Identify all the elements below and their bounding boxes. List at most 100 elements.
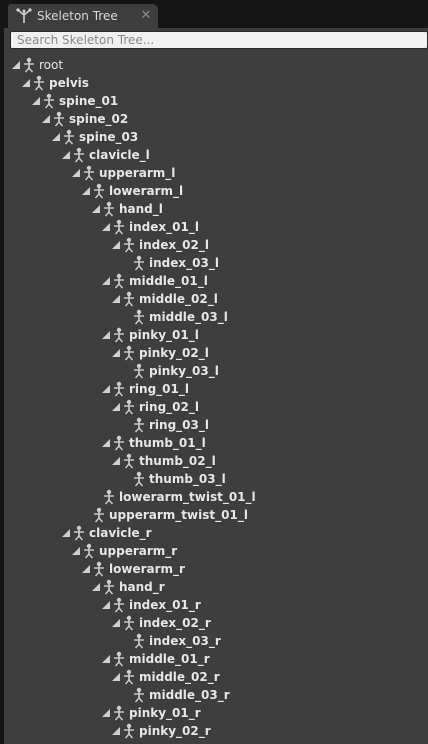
tree-row[interactable]: lowerarm_twist_01_l [4,489,428,507]
expand-arrow-icon[interactable] [112,295,120,303]
tree-row[interactable]: thumb_01_l [4,435,428,453]
bone-label: index_01_r [129,598,201,612]
bone-icon [72,525,86,541]
expand-arrow-icon[interactable] [102,709,110,717]
tree-row[interactable]: spine_01 [4,93,428,111]
bone-label: middle_01_r [129,652,210,666]
bone-label: ring_02_l [139,400,199,414]
expand-arrow-icon[interactable] [112,457,120,465]
expand-arrow-icon[interactable] [102,223,110,231]
bone-icon [132,687,146,703]
bone-icon [112,705,126,721]
tree-row[interactable]: middle_01_l [4,273,428,291]
bone-icon [132,255,146,271]
expand-arrow-icon[interactable] [62,151,70,159]
tree-row[interactable]: hand_l [4,201,428,219]
bone-label: pinky_02_l [139,346,209,360]
tree-row[interactable]: pinky_02_r [4,723,428,741]
expand-arrow-icon[interactable] [102,601,110,609]
expand-arrow-icon[interactable] [42,115,50,123]
expand-arrow-icon[interactable] [92,205,100,213]
expand-arrow-icon[interactable] [102,277,110,285]
tree-row[interactable]: middle_02_l [4,291,428,309]
expand-arrow-icon[interactable] [82,565,90,573]
tree-row[interactable]: thumb_03_l [4,471,428,489]
bone-icon [112,651,126,667]
tree-row[interactable]: lowerarm_l [4,183,428,201]
expand-arrow-icon[interactable] [72,547,80,555]
tree-row[interactable]: index_03_l [4,255,428,273]
tree-row[interactable]: index_02_r [4,615,428,633]
tree-row[interactable]: clavicle_l [4,147,428,165]
skeleton-tree-content: root pelvis spine_01 spine_02 spine_03clavic… [4,28,428,744]
expand-arrow-icon[interactable] [102,385,110,393]
bone-icon [62,129,76,145]
search-box [10,31,428,49]
tree-row[interactable]: index_01_r [4,597,428,615]
bone-icon [122,615,136,631]
tree-row[interactable]: ring_02_l [4,399,428,417]
expand-arrow-icon[interactable] [112,349,120,357]
tree-row[interactable]: pinky_01_l [4,327,428,345]
expand-arrow-icon[interactable] [112,673,120,681]
expand-arrow-icon[interactable] [112,619,120,627]
tree-row[interactable]: pinky_03_l [4,363,428,381]
tree-row[interactable]: index_01_l [4,219,428,237]
tree-row[interactable]: index_02_l [4,237,428,255]
expand-arrow-icon[interactable] [102,439,110,447]
tree-row[interactable]: thumb_02_l [4,453,428,471]
tree-row[interactable]: middle_03_l [4,309,428,327]
close-icon[interactable]: ✕ [139,9,153,23]
bone-icon [132,633,146,649]
expand-arrow-icon[interactable] [32,97,40,105]
bone-label: index_03_r [149,634,221,648]
tree-row[interactable]: hand_r [4,579,428,597]
bone-icon [112,219,126,235]
search-input[interactable] [11,32,427,48]
tree-row[interactable]: pelvis [4,75,428,93]
bone-label: index_01_l [129,220,199,234]
bone-label: lowerarm_l [109,184,184,198]
tree-row[interactable]: lowerarm_r [4,561,428,579]
expand-arrow-icon[interactable] [102,331,110,339]
tree-row[interactable]: upperarm_twist_01_l [4,507,428,525]
tree-row[interactable]: root [4,57,428,75]
bone-icon [72,147,86,163]
bone-label: pinky_03_l [149,364,219,378]
tree-row[interactable]: ring_03_l [4,417,428,435]
expand-arrow-icon[interactable] [22,79,30,87]
tab-skeleton-tree[interactable]: Skeleton Tree ✕ [8,4,158,28]
bone-icon [132,309,146,325]
tree-row[interactable]: upperarm_r [4,543,428,561]
tree-row[interactable]: spine_03 [4,129,428,147]
tree-row[interactable]: upperarm_l [4,165,428,183]
tree-row[interactable]: pinky_01_r [4,705,428,723]
expand-arrow-icon[interactable] [112,727,120,735]
expand-arrow-icon[interactable] [52,133,60,141]
tree-row[interactable]: middle_03_r [4,687,428,705]
bone-icon [122,237,136,253]
expand-arrow-icon[interactable] [82,187,90,195]
expand-arrow-icon[interactable] [62,529,70,537]
bone-icon [32,75,46,91]
expand-arrow-icon[interactable] [112,241,120,249]
expand-arrow-icon[interactable] [12,61,20,69]
tree-row[interactable]: middle_01_r [4,651,428,669]
bone-label: pinky_01_l [129,328,199,342]
tree-row[interactable]: clavicle_r [4,525,428,543]
bone-label: clavicle_l [89,148,150,162]
tree-row[interactable]: spine_02 [4,111,428,129]
expand-arrow-icon[interactable] [92,583,100,591]
bone-icon [92,507,106,523]
tree-row[interactable]: ring_01_l [4,381,428,399]
bone-icon [102,201,116,217]
bone-icon [122,345,136,361]
expand-arrow-icon[interactable] [102,655,110,663]
tree-row[interactable]: middle_02_r [4,669,428,687]
bone-icon [122,291,136,307]
bone-label: index_02_l [139,238,209,252]
expand-arrow-icon[interactable] [72,169,80,177]
expand-arrow-icon[interactable] [112,403,120,411]
tree-row[interactable]: index_03_r [4,633,428,651]
tree-row[interactable]: pinky_02_l [4,345,428,363]
